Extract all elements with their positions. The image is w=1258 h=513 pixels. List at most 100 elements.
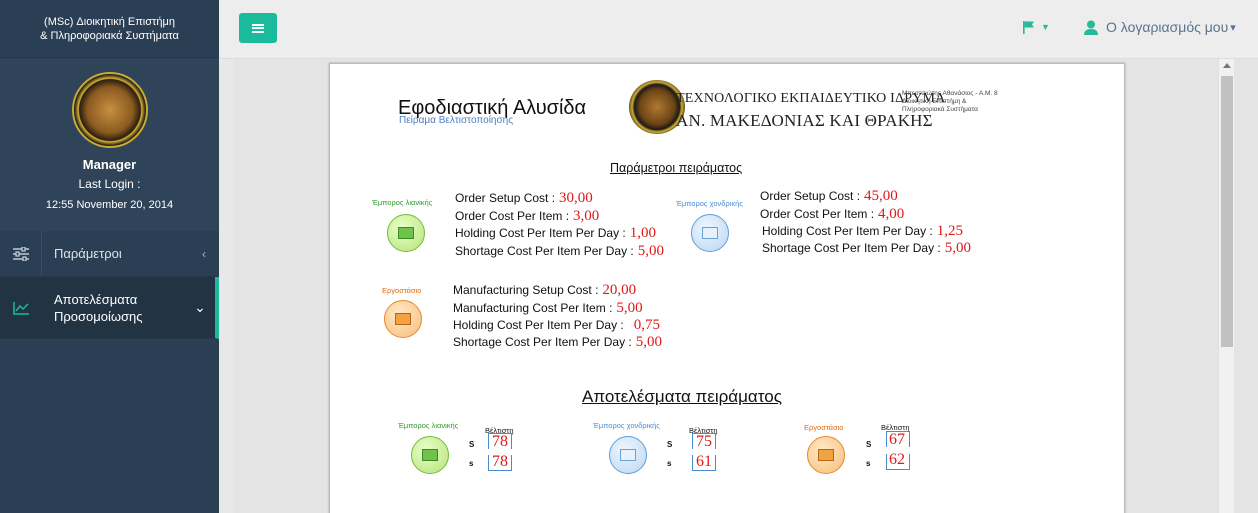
factory-s-value: 62 <box>889 451 905 468</box>
param-label: Shortage Cost Per Item Per Day : <box>453 335 632 349</box>
shop-icon <box>422 449 438 461</box>
factory-icon <box>395 313 411 325</box>
label-line-2: Προσομοίωσης <box>54 308 143 324</box>
chevron-down-icon: ▾ <box>1230 21 1236 34</box>
S-label: S <box>866 440 872 449</box>
param-value: 4,00 <box>878 206 905 222</box>
account-menu[interactable]: Ο λογαριασμός μου ▾ <box>1084 19 1236 35</box>
factory-label: Εργοστάσιο <box>382 286 422 295</box>
retailer-param-4: Shortage Cost Per Item Per Day :5,00 <box>455 243 664 260</box>
param-value: 5,00 <box>637 243 664 259</box>
parameters-heading: Παράμετροι πειράματος <box>610 161 743 175</box>
S-label: S <box>667 440 673 449</box>
factory-S-value: 67 <box>889 431 905 448</box>
label-line-1: Αποτελέσματα <box>54 291 138 307</box>
scrollbar-thumb[interactable] <box>1221 76 1233 347</box>
param-label: Order Setup Cost : <box>455 191 556 205</box>
param-label: Order Cost Per Item : <box>760 207 875 221</box>
param-label: Holding Cost Per Item Per Day : <box>453 318 624 332</box>
retailer-s-value: 78 <box>492 453 508 470</box>
result-factory-label: Εργοστάσιο <box>804 423 844 432</box>
factory-param-2: Manufacturing Cost Per Item :5,00 <box>453 300 643 317</box>
wholesaler-S-value: 75 <box>696 433 712 450</box>
sidebar: (MSc) Διοικητική Επιστήμη & Πληροφοριακά… <box>0 0 219 513</box>
author-line-3: Πληροφοριακά Συστήματα <box>902 106 978 113</box>
author-note: Μπεστσιώτης Αθανάσιος - Α.Μ. 8 Διοικητικ… <box>902 90 1012 114</box>
last-login-label: Last Login : <box>78 177 141 191</box>
param-label: Manufacturing Setup Cost : <box>453 283 599 297</box>
param-value: 30,00 <box>559 190 593 206</box>
brand-line-1: (MSc) Διοικητική Επιστήμη <box>44 15 175 28</box>
author-line-1: Μπεστσιώτης Αθανάσιος - Α.Μ. 8 <box>902 90 998 97</box>
result-wholesaler-node <box>609 436 647 474</box>
university-seal-avatar <box>71 72 148 148</box>
vertical-scrollbar[interactable] <box>1218 59 1234 513</box>
param-value: 20,00 <box>602 282 637 298</box>
scroll-up-arrow-icon[interactable] <box>1223 63 1231 68</box>
brand-line-2: & Πληροφοριακά Συστήματα <box>40 29 179 42</box>
s-label: s <box>667 459 672 468</box>
menu-icon <box>252 23 264 33</box>
author-line-2: Διοικητική Επιστήμη & <box>902 98 967 105</box>
param-value: 3,00 <box>573 208 600 224</box>
retailer-param-3: Holding Cost Per Item Per Day :1,00 <box>455 225 656 242</box>
sidebar-item-label: Αποτελέσματα Προσομοίωσης <box>42 291 185 325</box>
warehouse-icon <box>620 449 636 461</box>
main-content: Εφοδιαστική Αλυσίδα Πείραμα Βελτιστοποίη… <box>234 59 1218 513</box>
retailer-node <box>387 214 425 252</box>
wholesaler-s-value: 61 <box>696 453 712 470</box>
s-label: s <box>469 459 474 468</box>
retailer-param-1: Order Setup Cost :30,00 <box>455 190 593 207</box>
result-wholesaler-label: Έμπορος χονδρικής <box>593 421 660 430</box>
sliders-icon <box>0 231 42 276</box>
factory-param-3: Holding Cost Per Item Per Day : 0,75 <box>453 317 660 334</box>
param-value: 45,00 <box>864 188 898 204</box>
param-label: Holding Cost Per Item Per Day : <box>762 224 933 238</box>
chevron-down-icon: ▼ <box>1041 22 1050 32</box>
account-label: Ο λογαριασμός μου <box>1106 19 1229 35</box>
sidebar-item-parameters[interactable]: Παράμετροι ‹ <box>0 231 219 277</box>
wholesaler-node <box>691 214 729 252</box>
param-label: Shortage Cost Per Item Per Day : <box>762 241 941 255</box>
param-value: 5,00 <box>944 240 971 256</box>
flag-dropdown[interactable]: ▼ <box>1022 20 1050 34</box>
param-label: Shortage Cost Per Item Per Day : <box>455 244 634 258</box>
wholesaler-label: Έμπορος χονδρικής <box>676 199 743 208</box>
chevron-down-icon: ⌄ <box>194 299 206 315</box>
wholesaler-param-4: Shortage Cost Per Item Per Day :5,00 <box>762 240 971 257</box>
param-value: 0,75 <box>633 317 660 333</box>
param-value: 1,25 <box>936 223 963 239</box>
results-heading: Αποτελέσματα πειράματος <box>582 387 782 406</box>
warehouse-icon <box>702 227 718 239</box>
factory-param-4: Shortage Cost Per Item Per Day :5,00 <box>453 334 662 351</box>
profile-panel: Manager Last Login : 12:55 November 20, … <box>0 58 219 231</box>
app-brand[interactable]: (MSc) Διοικητική Επιστήμη & Πληροφοριακά… <box>0 0 219 58</box>
result-factory-node <box>807 436 845 474</box>
s-label: s <box>866 459 871 468</box>
flag-icon <box>1023 21 1034 34</box>
retailer-S-value: 78 <box>492 433 508 450</box>
S-label: S <box>469 440 475 449</box>
menu-toggle-button[interactable] <box>239 13 277 43</box>
retailer-param-2: Order Cost Per Item :3,00 <box>455 208 599 225</box>
profile-name: Manager <box>82 157 137 172</box>
chevron-left-icon: ‹ <box>202 246 206 261</box>
right-gutter <box>1234 59 1258 513</box>
result-retailer-label: Έμπορος λιανικής <box>398 421 459 430</box>
factory-param-1: Manufacturing Setup Cost :20,00 <box>453 282 636 299</box>
wholesaler-param-2: Order Cost Per Item :4,00 <box>760 206 904 223</box>
sidebar-item-label: Παράμετροι <box>54 246 122 261</box>
retailer-label: Έμπορος λιανικής <box>372 198 433 207</box>
line-chart-icon <box>0 277 42 338</box>
sidebar-item-simulation-results[interactable]: Αποτελέσματα Προσομοίωσης ⌄ <box>0 277 219 339</box>
param-value: 5,00 <box>616 300 643 316</box>
factory-node <box>384 300 422 338</box>
wholesaler-param-1: Order Setup Cost :45,00 <box>760 188 898 205</box>
param-label: Order Setup Cost : <box>760 189 861 203</box>
user-icon <box>1084 20 1098 35</box>
param-label: Order Cost Per Item : <box>455 209 570 223</box>
param-label: Manufacturing Cost Per Item : <box>453 301 613 315</box>
supply-chain-report: Εφοδιαστική Αλυσίδα Πείραμα Βελτιστοποίη… <box>329 63 1125 513</box>
wholesaler-param-3: Holding Cost Per Item Per Day :1,25 <box>762 223 963 240</box>
last-login-time: 12:55 November 20, 2014 <box>45 199 174 211</box>
